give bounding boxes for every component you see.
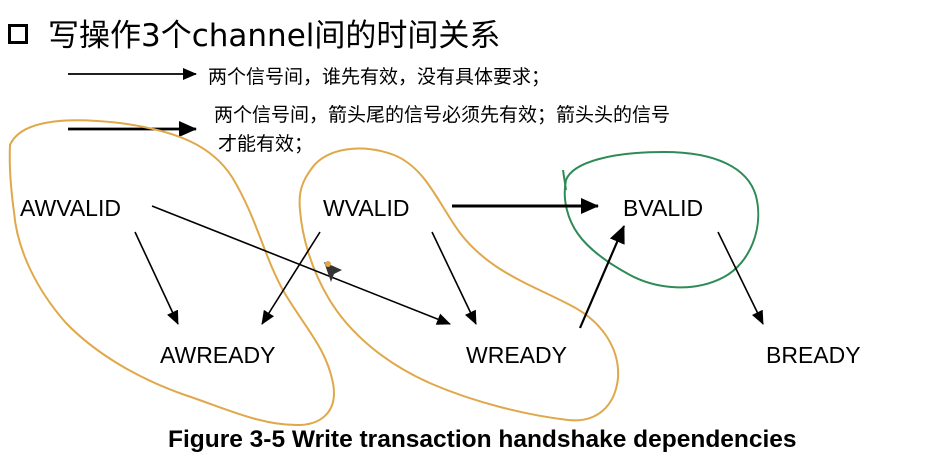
node-bready: BREADY — [766, 342, 861, 368]
orange-annotation-loop-w — [298, 147, 620, 422]
node-awvalid: AWVALID — [20, 195, 121, 221]
node-bvalid: BVALID — [623, 195, 703, 221]
arrow-bvalid-to-bready — [717, 231, 764, 325]
arrow-wvalid-to-wready — [431, 231, 477, 325]
arrow-wready-to-bvalid — [578, 225, 626, 329]
arrow-wvalid-to-awready — [261, 231, 321, 325]
arrow-awvalid-to-awready — [134, 231, 179, 325]
cursor-marker-icon — [324, 261, 342, 282]
node-wvalid: WVALID — [323, 195, 409, 221]
figure-caption: Figure 3-5 Write transaction handshake d… — [168, 426, 797, 453]
node-wready: WREADY — [466, 342, 567, 368]
node-awready: AWREADY — [160, 342, 275, 368]
handshake-dependency-diagram: AWVALID WVALID BVALID AWREADY WREADY BRE… — [8, 68, 861, 427]
orange-annotation-loop-aw — [8, 119, 335, 427]
